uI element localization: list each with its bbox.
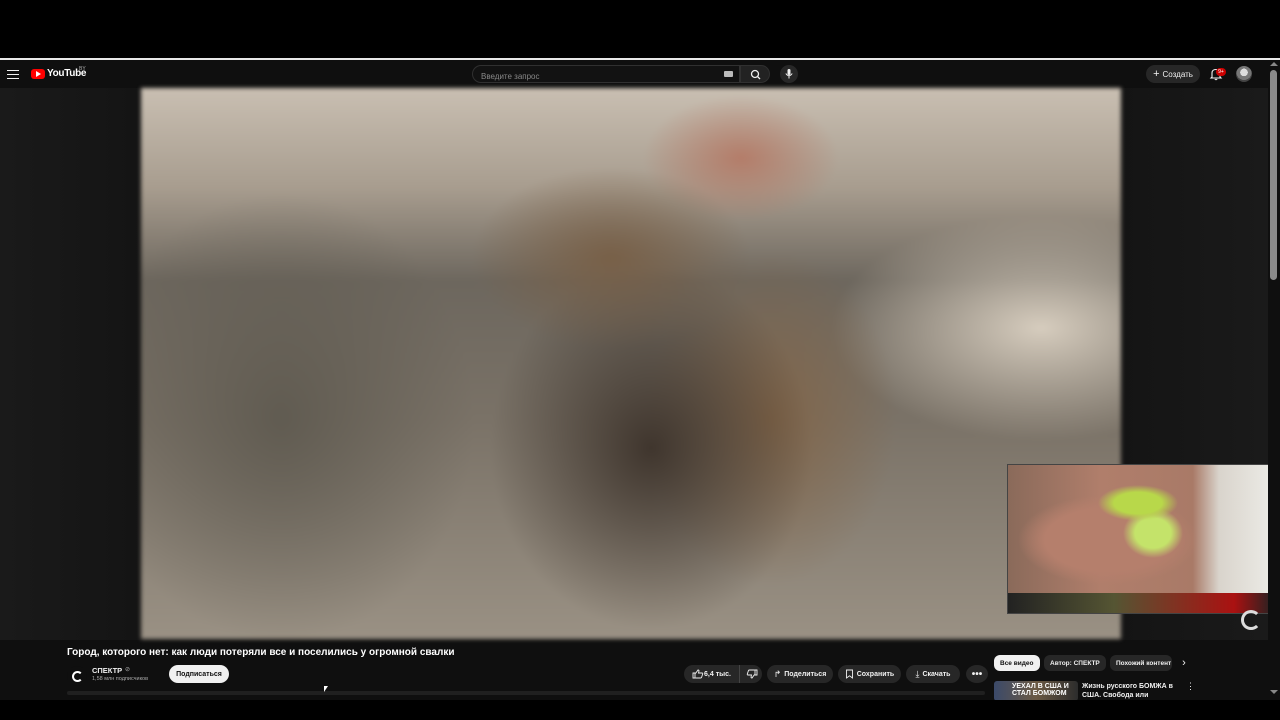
scroll-up-arrow-icon[interactable] (1270, 62, 1278, 66)
youtube-app: YouTube BY + Создать 9+ Город, которого … (0, 60, 1280, 700)
voice-search-button[interactable] (780, 65, 798, 83)
download-label: Скачать (922, 670, 951, 678)
video-player[interactable] (0, 88, 1273, 640)
chip-all-videos[interactable]: Все видео (994, 655, 1040, 671)
recommendation-thumbnail[interactable]: УЕХАЛ В США И СТАЛ БОМЖОМ (994, 681, 1078, 700)
video-title: Город, которого нет: как люди потеряли в… (67, 647, 455, 658)
screen-top-letterbox (0, 0, 1280, 58)
like-button[interactable]: 6,4 тыс. (684, 665, 740, 683)
chip-similar[interactable]: Похожий контент (1110, 655, 1172, 671)
bookmark-icon (845, 669, 853, 679)
page-scrollbar[interactable] (1268, 60, 1280, 700)
keyboard-icon[interactable] (724, 71, 733, 77)
channel-watermark-icon[interactable] (1241, 610, 1261, 630)
chip-author[interactable]: Автор: СПЕКТР (1044, 655, 1106, 671)
search-input[interactable] (473, 68, 739, 85)
like-count: 6,4 тыс. (704, 670, 731, 678)
search-icon (750, 69, 761, 80)
thumb-up-icon (692, 669, 704, 679)
plus-icon: + (1153, 67, 1160, 80)
channel-logo-icon (71, 670, 83, 682)
kebab-menu-icon[interactable]: ⋮ (1186, 681, 1195, 692)
video-frame[interactable] (141, 88, 1121, 639)
recommendation-title[interactable]: Жизнь русского БОМЖА в США. Свобода или (1082, 682, 1174, 700)
avatar[interactable] (1236, 66, 1252, 82)
youtube-play-icon (31, 68, 45, 79)
save-button[interactable]: Сохранить (838, 665, 901, 683)
download-button[interactable]: ⤓ Скачать (906, 665, 960, 683)
picture-in-picture-overlay[interactable] (1007, 464, 1273, 614)
subscriber-count: 1,58 млн подписчиков (92, 676, 149, 682)
create-label: Создать (1162, 69, 1193, 79)
channel-name[interactable]: СПЕКТР (92, 666, 122, 675)
like-dislike-group: 6,4 тыс. (684, 665, 762, 683)
share-label: Поделиться (784, 670, 827, 678)
thumb-down-icon (746, 669, 757, 679)
search-box (472, 65, 740, 85)
logo-region-code: BY (79, 66, 86, 72)
share-icon: ↱ (773, 668, 782, 679)
subscribe-button[interactable]: Подписаться (169, 665, 229, 683)
chevron-right-icon[interactable]: › (1176, 655, 1192, 671)
youtube-logo[interactable]: YouTube BY (31, 66, 87, 79)
search-button[interactable] (740, 65, 770, 83)
share-button[interactable]: ↱ Поделиться (767, 665, 833, 683)
menu-icon[interactable] (6, 67, 20, 81)
scroll-thumb[interactable] (1270, 70, 1277, 280)
more-actions-button[interactable]: ••• (966, 665, 988, 683)
download-icon: ⤓ (915, 668, 920, 679)
thumbnail-text: УЕХАЛ В США И СТАЛ БОМЖОМ (1012, 683, 1069, 697)
save-label: Сохранить (856, 670, 895, 678)
create-button[interactable]: + Создать (1146, 65, 1200, 83)
screen-bottom-letterbox (0, 700, 1280, 720)
verified-icon: ⊘ (125, 667, 131, 673)
mouse-cursor-icon (324, 686, 328, 692)
channel-avatar[interactable] (67, 666, 87, 686)
masthead: YouTube BY + Создать 9+ (0, 60, 1268, 88)
notification-badge: 9+ (1216, 68, 1226, 76)
mic-icon (785, 69, 793, 79)
scroll-down-arrow-icon[interactable] (1270, 690, 1278, 694)
description-box-edge (67, 691, 985, 695)
dislike-button[interactable] (741, 665, 762, 683)
